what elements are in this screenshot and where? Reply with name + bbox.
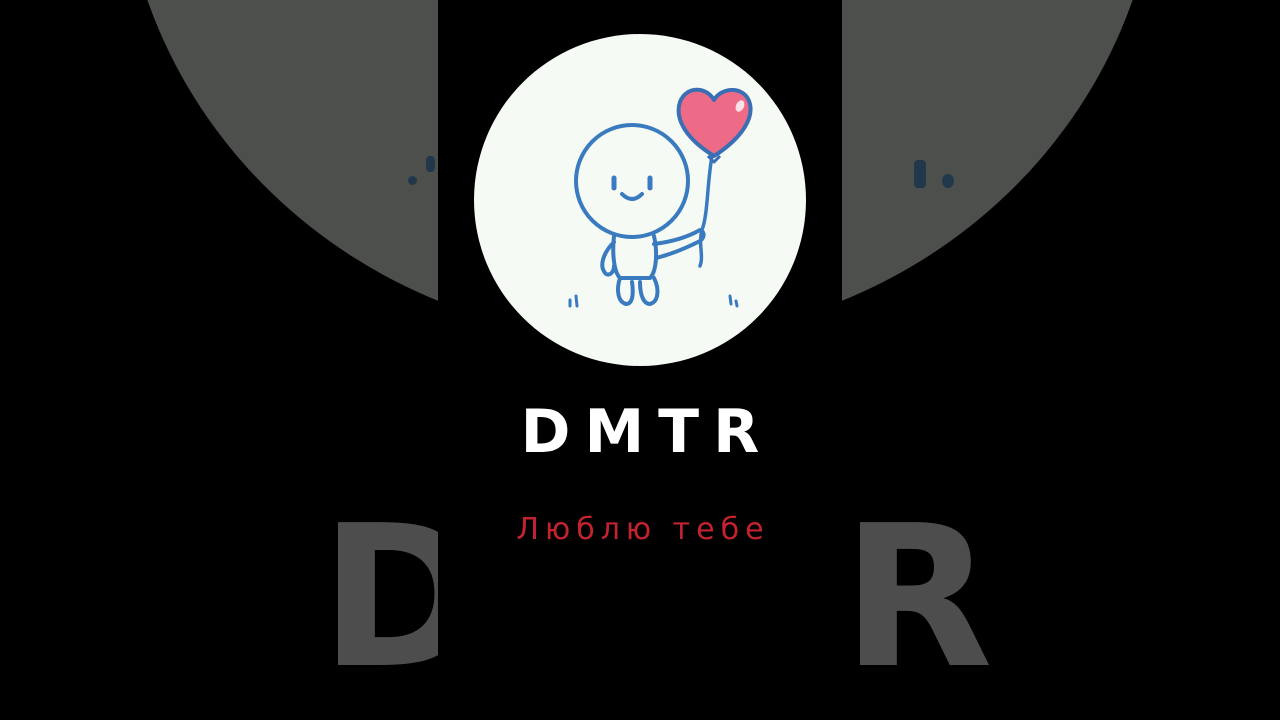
balloon-string bbox=[698, 154, 714, 268]
heart-balloon-icon bbox=[676, 87, 753, 164]
illustration bbox=[568, 87, 753, 308]
background-dot bbox=[426, 156, 435, 172]
video-frame: D R DMTR Люблю тебе bbox=[0, 0, 1280, 720]
brand-title: DMTR bbox=[520, 397, 774, 467]
background-dot bbox=[408, 176, 417, 185]
background-letter-r: R bbox=[842, 484, 993, 712]
subtitle-text: Люблю тебе bbox=[516, 512, 770, 547]
center-video-strip: DMTR Люблю тебе bbox=[438, 0, 842, 720]
background-dot bbox=[914, 160, 926, 188]
stick-figure-icon bbox=[574, 123, 706, 306]
logo-avatar bbox=[474, 34, 806, 366]
background-dot bbox=[942, 174, 954, 188]
